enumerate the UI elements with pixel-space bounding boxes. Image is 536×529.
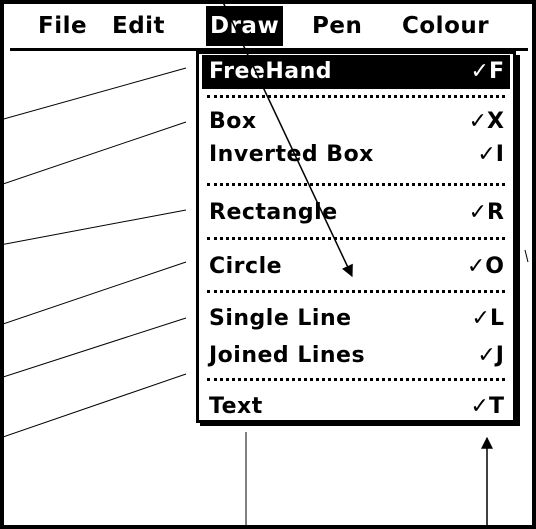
menu-item-box[interactable]: Box ✓X <box>202 105 510 139</box>
menu-item-text[interactable]: Text ✓T <box>202 390 510 424</box>
menu-item-shortcut: ✓R <box>468 200 504 225</box>
menu-item-label: Text <box>209 394 263 419</box>
menu-pen[interactable]: Pen <box>308 6 366 46</box>
menu-separator <box>207 378 505 381</box>
menu-separator <box>207 237 505 240</box>
palm-screen: File Edit Draw Pen Colour FreeHand ✓F Bo… <box>0 0 536 529</box>
menu-item-shortcut: ✓I <box>477 142 504 167</box>
menu-item-label: Circle <box>209 254 283 279</box>
menu-file[interactable]: File <box>34 6 91 46</box>
menu-item-shortcut: ✓F <box>470 59 504 84</box>
menu-separator <box>207 183 505 186</box>
menu-draw[interactable]: Draw <box>206 6 284 46</box>
menu-item-label: Joined Lines <box>209 343 366 368</box>
menu-item-joined-lines[interactable]: Joined Lines ✓J <box>202 339 510 373</box>
menu-item-label: Rectangle <box>209 200 338 225</box>
menu-bar: File Edit Draw Pen Colour <box>10 6 528 48</box>
menu-item-label: Single Line <box>209 306 352 331</box>
menu-shadow <box>516 55 520 426</box>
menu-colour[interactable]: Colour <box>398 6 493 46</box>
menu-item-rectangle[interactable]: Rectangle ✓R <box>202 196 510 230</box>
menu-item-label: FreeHand <box>209 59 332 84</box>
menu-edit[interactable]: Edit <box>108 6 169 46</box>
menu-item-shortcut: ✓T <box>470 394 504 419</box>
draw-menu: FreeHand ✓F Box ✓X Inverted Box ✓I Recta… <box>196 51 516 423</box>
menu-item-freehand[interactable]: FreeHand ✓F <box>202 55 510 89</box>
menu-item-inverted-box[interactable]: Inverted Box ✓I <box>202 138 510 172</box>
menu-item-shortcut: ✓L <box>471 306 504 331</box>
menu-item-single-line[interactable]: Single Line ✓L <box>202 302 510 336</box>
menu-item-shortcut: ✓O <box>466 254 504 279</box>
menu-item-label: Box <box>209 109 257 134</box>
menu-separator <box>207 290 505 293</box>
menu-item-shortcut: ✓J <box>477 343 504 368</box>
menu-item-circle[interactable]: Circle ✓O <box>202 250 510 284</box>
menu-separator <box>207 95 505 98</box>
menu-item-shortcut: ✓X <box>468 109 504 134</box>
menu-item-label: Inverted Box <box>209 142 374 167</box>
